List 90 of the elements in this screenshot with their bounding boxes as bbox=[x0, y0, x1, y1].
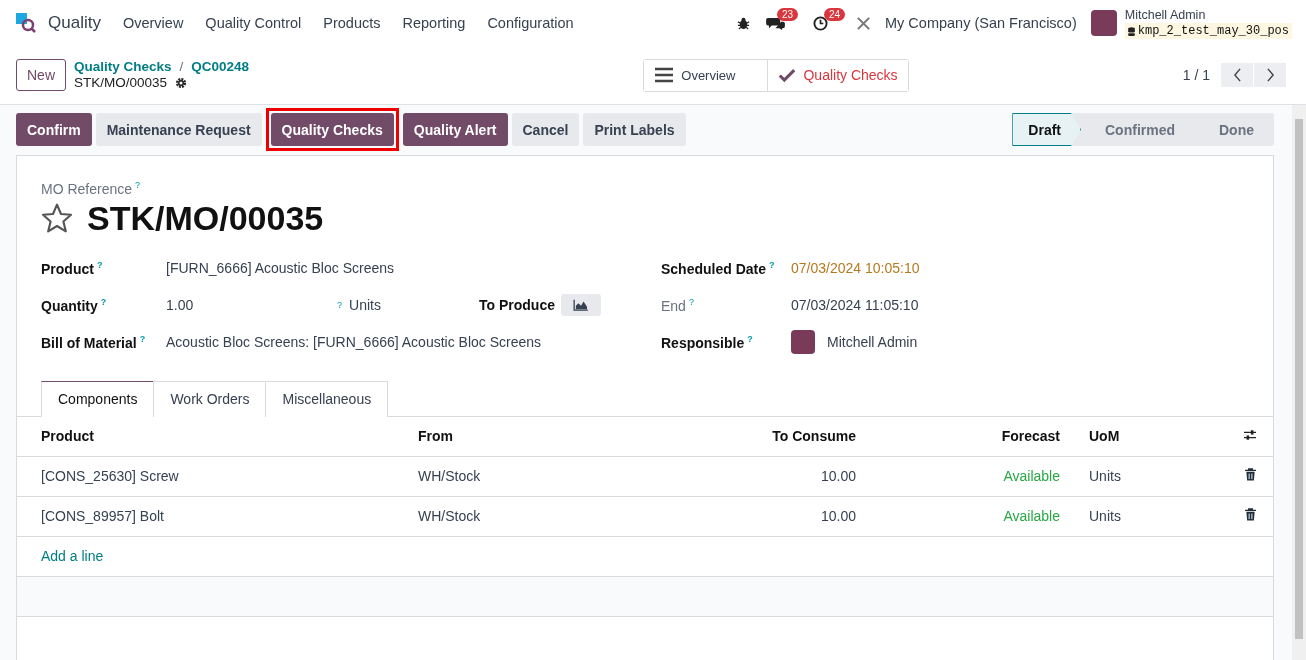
trash-icon[interactable] bbox=[1244, 508, 1256, 522]
table-cell: Units bbox=[1060, 456, 1227, 497]
field-label: Scheduled Date bbox=[661, 260, 767, 277]
table-cell: [CONS_25630] Screw bbox=[17, 456, 418, 497]
field-value[interactable]: [FURN_6666] Acoustic Bloc Screens bbox=[166, 260, 394, 277]
action-button[interactable]: Quality Checks bbox=[270, 113, 394, 146]
bug-icon[interactable] bbox=[737, 16, 750, 30]
gear-icon[interactable] bbox=[175, 77, 188, 89]
menu-item[interactable]: Quality Control bbox=[205, 15, 302, 31]
column-header[interactable]: Forecast bbox=[856, 416, 1060, 457]
table-cell: [CONS_89957] Bolt bbox=[17, 496, 418, 537]
field-value[interactable]: 07/03/2024 10:05:10 bbox=[791, 260, 920, 277]
forecast-chart-button[interactable] bbox=[561, 294, 601, 317]
menu-item[interactable]: Products bbox=[323, 15, 381, 31]
field-label: Quantity bbox=[41, 297, 98, 314]
table-cell: Units bbox=[1060, 496, 1227, 537]
smart-button[interactable]: Quality Checks bbox=[767, 59, 908, 91]
field-value[interactable]: Mitchell Admin bbox=[827, 334, 918, 351]
column-header[interactable]: Product bbox=[17, 416, 418, 457]
help-icon[interactable]: ? bbox=[139, 333, 146, 344]
table-cell: 10.00 bbox=[618, 456, 856, 497]
menu-item[interactable]: Overview bbox=[122, 15, 184, 31]
column-header[interactable]: To Consume bbox=[618, 416, 856, 457]
field-value[interactable]: Acoustic Bloc Screens: [FURN_6666] Acoustic Bloc Screens bbox=[166, 334, 542, 351]
action-button[interactable]: Maintenance Request bbox=[95, 113, 262, 146]
help-icon[interactable]: ? bbox=[747, 333, 753, 344]
table-cell: WH/Stock bbox=[418, 456, 618, 497]
chevron-right-icon bbox=[1265, 68, 1275, 82]
breadcrumb-link[interactable]: QC00248 bbox=[191, 59, 250, 75]
notebook-tab[interactable]: Miscellaneous bbox=[265, 380, 389, 417]
scrollbar[interactable] bbox=[1292, 105, 1306, 660]
checkmark-icon bbox=[778, 67, 797, 83]
help-icon[interactable]: ? bbox=[135, 180, 141, 190]
table-cell: WH/Stock bbox=[418, 496, 618, 537]
help-icon[interactable]: ? bbox=[337, 300, 342, 311]
table-cell: 10.00 bbox=[618, 496, 856, 537]
previous-button[interactable] bbox=[1221, 63, 1253, 87]
help-icon[interactable]: ? bbox=[769, 259, 775, 270]
action-button[interactable]: Cancel bbox=[511, 113, 580, 146]
menu-icon bbox=[654, 67, 675, 83]
menu-item[interactable]: Reporting bbox=[402, 15, 466, 31]
help-icon[interactable]: ? bbox=[96, 259, 103, 270]
column-header[interactable]: From bbox=[418, 416, 618, 457]
status-stage[interactable]: Confirmed bbox=[1081, 113, 1195, 146]
notebook-tab[interactable]: Components bbox=[41, 380, 155, 417]
breadcrumb-link[interactable]: Quality Checks bbox=[74, 59, 172, 75]
user-avatar[interactable] bbox=[1090, 10, 1117, 36]
column-header[interactable]: UoM bbox=[1060, 416, 1227, 457]
new-button[interactable]: New bbox=[16, 59, 66, 91]
field-value[interactable]: 07/03/2024 11:05:10 bbox=[791, 297, 919, 314]
unit-value[interactable]: Units bbox=[349, 297, 479, 314]
field-label: To Produce bbox=[479, 297, 555, 314]
field-label: Bill of Material bbox=[41, 334, 137, 351]
company-switcher[interactable]: My Company (San Francisco) bbox=[885, 15, 1077, 31]
action-button[interactable]: Confirm bbox=[16, 113, 92, 146]
table-cell: Available bbox=[856, 456, 1060, 497]
table-cell: Available bbox=[856, 496, 1060, 537]
activity-count-badge: 24 bbox=[824, 7, 846, 21]
field-label: Product bbox=[41, 260, 94, 277]
column-settings-icon[interactable] bbox=[1243, 429, 1257, 442]
clock-icon[interactable] bbox=[813, 15, 828, 31]
area-chart-icon bbox=[573, 299, 589, 312]
database-icon bbox=[1127, 26, 1135, 36]
field-label: MO Reference bbox=[41, 180, 133, 197]
record-title: STK/MO/00035 bbox=[87, 198, 324, 238]
star-icon[interactable] bbox=[41, 202, 73, 235]
app-name-link[interactable]: Quality bbox=[48, 13, 101, 33]
add-line-link[interactable]: Add a line bbox=[41, 548, 104, 565]
pager-value: 1 / 1 bbox=[1182, 67, 1210, 83]
help-icon[interactable]: ? bbox=[100, 296, 107, 307]
chevron-left-icon bbox=[1232, 68, 1242, 82]
breadcrumb-separator: / bbox=[179, 59, 184, 75]
action-button[interactable]: Print Labels bbox=[583, 113, 686, 146]
record-name: STK/MO/00035 bbox=[74, 75, 168, 91]
action-button[interactable]: Quality Alert bbox=[402, 113, 508, 146]
field-label: Responsible bbox=[661, 334, 745, 351]
user-avatar bbox=[791, 330, 815, 355]
field-value[interactable]: 1.00 bbox=[166, 297, 334, 314]
next-button[interactable] bbox=[1254, 63, 1286, 87]
field-label: End bbox=[661, 297, 686, 314]
status-stage[interactable]: Draft bbox=[1012, 113, 1081, 146]
database-name: kmp_2_test_may_30_pos bbox=[1124, 23, 1292, 39]
menu-item[interactable]: Configuration bbox=[487, 15, 574, 31]
app-logo-icon[interactable] bbox=[16, 13, 36, 33]
trash-icon[interactable] bbox=[1244, 468, 1256, 482]
notebook-tab[interactable]: Work Orders bbox=[153, 380, 267, 417]
status-stage[interactable]: Done bbox=[1195, 113, 1274, 146]
message-count-badge: 23 bbox=[777, 7, 799, 21]
help-icon[interactable]: ? bbox=[688, 296, 694, 307]
user-name[interactable]: Mitchell Admin bbox=[1124, 7, 1292, 23]
